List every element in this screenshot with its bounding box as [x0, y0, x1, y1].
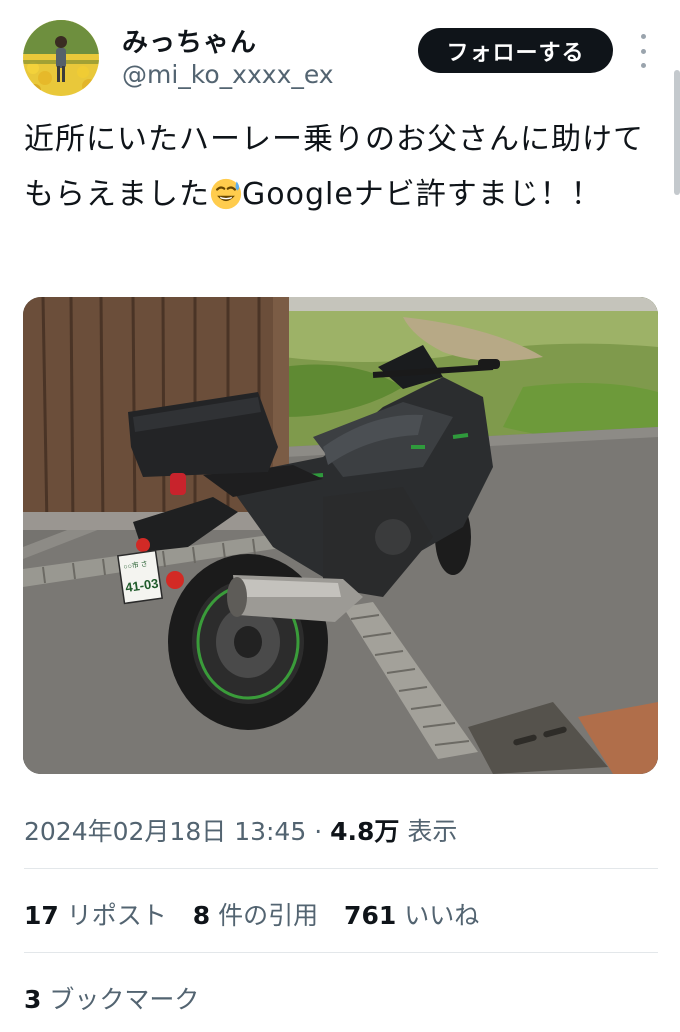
views-label: 表示: [407, 817, 458, 846]
tweet-timestamp[interactable]: 2024年02月18日 13:45: [24, 817, 306, 846]
tweet-meta: 2024年02月18日 13:45 · 4.8万 表示: [24, 812, 457, 848]
quotes-count: 8: [192, 901, 211, 930]
user-handle[interactable]: @mi_ko_xxxx_ex: [122, 60, 334, 89]
quotes-label: 件の引用: [218, 901, 319, 930]
scrollbar[interactable]: [674, 70, 680, 195]
likes-label: いいね: [404, 901, 480, 930]
likes-stat[interactable]: 761 いいね: [344, 901, 479, 930]
tweet-text-part-2: Googleナビ許すまじ！！: [242, 177, 602, 212]
display-name[interactable]: みっちゃん: [122, 22, 257, 59]
sweat-smile-emoji: [210, 178, 242, 210]
quotes-stat[interactable]: 8 件の引用: [193, 901, 326, 930]
bookmarks-label: ブックマーク: [49, 985, 200, 1014]
divider: [24, 952, 658, 953]
views-count: 4.8万: [330, 817, 400, 846]
divider: [24, 868, 658, 869]
reposts-count: 17: [24, 901, 59, 930]
tweet-photo[interactable]: ○○市 さ 41-03: [23, 297, 658, 774]
more-vertical-icon[interactable]: [636, 34, 650, 68]
avatar[interactable]: [23, 20, 99, 96]
meta-separator: ·: [314, 817, 323, 846]
bookmarks-count: 3: [24, 985, 42, 1014]
engagement-stats: 17 リポスト 8 件の引用 761 いいね: [24, 896, 497, 932]
follow-button[interactable]: フォローする: [418, 28, 613, 73]
bookmarks-stat[interactable]: 3 ブックマーク: [24, 980, 199, 1016]
reposts-stat[interactable]: 17 リポスト: [24, 901, 175, 930]
reposts-label: リポスト: [66, 901, 167, 930]
tweet-text: 近所にいたハーレー乗りのお父さんに助けてもらえました Googleナビ許すまじ！…: [24, 112, 649, 222]
tweet-page: みっちゃん @mi_ko_xxxx_ex フォローする 近所にいたハーレー乗りの…: [0, 0, 680, 1032]
likes-count: 761: [344, 901, 397, 930]
